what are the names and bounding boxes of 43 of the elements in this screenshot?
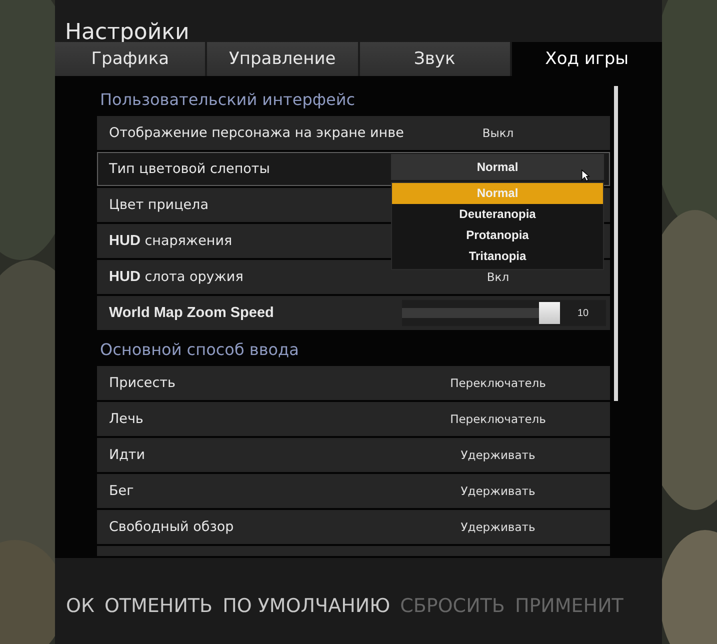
section-heading: Пользовательский интерфейс xyxy=(99,89,356,111)
setting-label: Свободный обзор xyxy=(109,519,234,535)
cursor-icon xyxy=(581,169,590,182)
footer-button[interactable]: ОК xyxy=(64,595,96,617)
setting-label: World Map Zoom Speed xyxy=(109,305,274,321)
tab[interactable]: Управление xyxy=(207,42,358,76)
setting-label: HUD слота оружия xyxy=(109,269,244,285)
setting-value: Переключатель xyxy=(449,376,547,390)
setting-row[interactable] xyxy=(97,546,610,556)
footer-button[interactable]: ОТМЕНИТЬ xyxy=(102,595,215,617)
setting-row[interactable]: Свободный обзор Удерживать xyxy=(97,510,610,544)
dropdown[interactable]: Normal xyxy=(391,154,604,180)
section-heading: Основной способ ввода xyxy=(99,339,300,361)
setting-label: Лечь xyxy=(109,411,144,427)
tab[interactable]: Ход игры xyxy=(512,42,662,76)
setting-label: Идти xyxy=(109,447,146,463)
setting-label: Бег xyxy=(109,483,134,499)
window-title: Настройки xyxy=(64,19,190,42)
dropdown-option[interactable]: Deuteranopia xyxy=(392,204,603,225)
footer-button[interactable]: ПО УМОЛЧАНИЮ xyxy=(220,595,392,617)
setting-row[interactable]: Лечь Переключатель xyxy=(97,402,610,436)
setting-label: Тип цветовой слепоты xyxy=(109,161,270,177)
setting-row[interactable]: Присесть Переключатель xyxy=(97,366,610,400)
setting-label: HUD снаряжения xyxy=(109,233,232,249)
slider-thumb[interactable] xyxy=(539,302,560,324)
setting-row[interactable]: Отображение персонажа на экране инве Выкл xyxy=(97,116,610,150)
setting-value: Удерживать xyxy=(460,520,536,534)
tab[interactable]: Звук xyxy=(360,42,510,76)
setting-value: Удерживать xyxy=(460,484,536,498)
setting-label: Отображение персонажа на экране инве xyxy=(109,125,404,141)
slider-value: 10 xyxy=(576,308,590,318)
setting-row[interactable]: Идти Удерживать xyxy=(97,438,610,472)
tab[interactable]: Графика xyxy=(55,42,206,76)
setting-value: Выкл xyxy=(481,126,515,140)
setting-label: Присесть xyxy=(109,375,176,391)
setting-value: Вкл xyxy=(486,270,510,284)
setting-value: Удерживать xyxy=(460,448,536,462)
setting-label: Цвет прицела xyxy=(109,197,208,213)
dropdown-option[interactable]: Protanopia xyxy=(392,225,603,246)
setting-row[interactable]: World Map Zoom Speed 10 xyxy=(97,296,610,330)
scrollbar[interactable] xyxy=(614,86,618,401)
setting-value: Переключатель xyxy=(449,412,547,426)
setting-row[interactable]: Бег Удерживать xyxy=(97,474,610,508)
